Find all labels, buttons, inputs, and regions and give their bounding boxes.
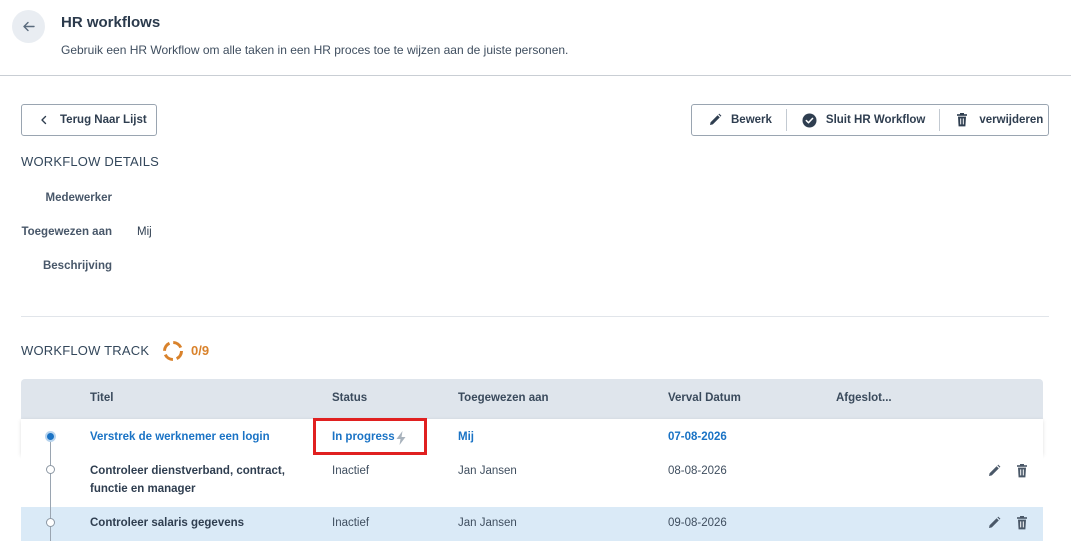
workflow-actions: Bewerk Sluit HR Workflow verwijderen xyxy=(691,104,1049,136)
task-assignee: Jan Jansen xyxy=(458,465,517,477)
back-to-list-button[interactable]: Terug Naar Lijst xyxy=(21,104,157,136)
edit-button[interactable]: Bewerk xyxy=(692,109,786,131)
timeline-dot-active xyxy=(45,431,56,442)
progress-ring-icon xyxy=(163,341,183,361)
arrow-left-icon xyxy=(23,21,35,32)
table-row[interactable]: Controleer dienstverband, contract, func… xyxy=(21,455,1043,507)
check-circle-icon xyxy=(802,113,817,127)
table-header: Titel Status Toegewezen aan Verval Datum… xyxy=(21,379,1043,419)
column-assignee[interactable]: Toegewezen aan xyxy=(458,392,549,404)
column-due-date[interactable]: Verval Datum xyxy=(668,392,741,404)
assigned-label: Toegewezen aan xyxy=(21,226,112,238)
table-row[interactable]: Controleer salaris gegevens Inactief Jan… xyxy=(21,507,1043,541)
page-header: HR workflows Gebruik een HR Workflow om … xyxy=(0,0,1071,76)
section-divider xyxy=(21,316,1049,317)
column-title[interactable]: Titel xyxy=(90,392,113,404)
task-due-date[interactable]: 07-08-2026 xyxy=(668,428,727,446)
edit-label: Bewerk xyxy=(731,114,772,126)
employee-label: Medewerker xyxy=(45,192,112,204)
workflow-details-title: WORKFLOW DETAILS xyxy=(21,154,160,169)
close-workflow-button[interactable]: Sluit HR Workflow xyxy=(787,109,939,131)
back-to-list-label: Terug Naar Lijst xyxy=(60,114,147,126)
assigned-value: Mij xyxy=(137,226,152,238)
column-closed[interactable]: Afgeslot... xyxy=(836,392,892,404)
status-highlight-box xyxy=(313,418,427,455)
pencil-icon xyxy=(710,113,722,125)
task-assignee: Jan Jansen xyxy=(458,517,517,529)
delete-button[interactable]: verwijderen xyxy=(940,109,1043,131)
task-status: Inactief xyxy=(332,517,370,529)
timeline-dot xyxy=(46,465,55,474)
back-button[interactable] xyxy=(12,10,45,43)
progress-count: 0/9 xyxy=(191,343,210,358)
trash-icon xyxy=(957,113,968,127)
column-status[interactable]: Status xyxy=(332,392,367,404)
close-workflow-label: Sluit HR Workflow xyxy=(825,114,926,126)
delete-task-icon[interactable] xyxy=(1015,516,1029,530)
timeline-dot xyxy=(46,518,55,527)
task-title: Controleer dienstverband, contract, func… xyxy=(90,465,285,495)
task-assignee[interactable]: Mij xyxy=(458,428,474,446)
page-subtitle: Gebruik een HR Workflow om alle taken in… xyxy=(61,43,569,57)
task-title[interactable]: Verstrek de werknemer een login xyxy=(90,428,270,446)
delete-task-icon[interactable] xyxy=(1015,464,1029,478)
edit-task-icon[interactable] xyxy=(987,464,1001,478)
table-row[interactable]: Verstrek de werknemer een login In progr… xyxy=(21,419,1043,455)
chevron-left-icon xyxy=(41,115,47,125)
delete-label: verwijderen xyxy=(979,114,1044,126)
task-due-date: 09-08-2026 xyxy=(668,517,727,529)
task-status: Inactief xyxy=(332,465,370,477)
page-title: HR workflows xyxy=(61,14,161,31)
description-label: Beschrijving xyxy=(42,260,112,272)
task-due-date: 08-08-2026 xyxy=(668,465,727,477)
task-title: Controleer salaris gegevens xyxy=(90,517,245,529)
workflow-track-title: WORKFLOW TRACK xyxy=(21,343,150,358)
edit-task-icon[interactable] xyxy=(987,516,1001,530)
